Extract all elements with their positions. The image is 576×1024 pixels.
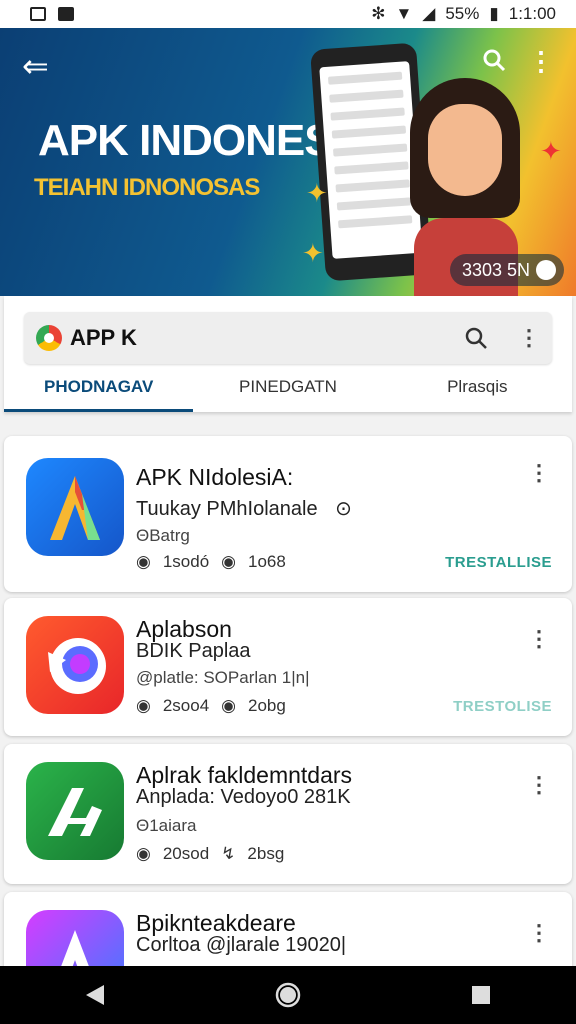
app-subtitle: BDIK Paplaa — [136, 640, 251, 662]
sparkle-icon: ✦ — [540, 136, 562, 166]
app-meta: Θ1aiara — [136, 816, 197, 835]
notification-icon — [30, 7, 46, 21]
search-icon[interactable] — [464, 326, 488, 350]
status-bar: ✻ ▼ ◢ 55% ▮ 1:1:00 — [0, 0, 576, 28]
banner-badge: 3303 5N — [449, 254, 564, 286]
more-icon[interactable]: ⋮ — [528, 462, 550, 484]
vibrate-icon: ✻ — [371, 4, 386, 23]
app-name: Aplrak fakldemntdars — [136, 762, 353, 788]
tab-2[interactable]: PINEDGATN — [193, 376, 382, 412]
app-stats: ◉ 1sodó ◉ 1o68 — [136, 552, 286, 572]
list-item[interactable]: APK NIdolesiA: Tuukay PMhIolanale ⊙ ΘBat… — [4, 436, 572, 592]
app-icon — [26, 616, 124, 714]
search-input[interactable]: APP K — [70, 325, 137, 351]
app-icon — [26, 762, 124, 860]
rating-icon: ↯ — [221, 844, 236, 863]
app-stats: ◉ 20sod ↯ 2bsg — [136, 844, 284, 864]
more-icon[interactable]: ⋮ — [528, 774, 550, 796]
banner-search-icon[interactable] — [482, 48, 506, 72]
app-category: TRESTOLISE — [453, 698, 552, 715]
app-meta: @platle: SOParlan 1|n| — [136, 668, 310, 687]
badge-dot-icon — [536, 260, 556, 280]
stat-downloads: 2soo4 — [162, 696, 210, 715]
app-subtitle: Anplada: Vedoyo0 281K — [136, 786, 351, 808]
app-icon — [26, 458, 124, 556]
download-icon: ◉ — [136, 696, 151, 715]
hero-banner: ⇐ APK INDONESIA TEIAHN IDNONOSAS ✦ ✦ ✦ ⋮… — [0, 28, 576, 296]
search-panel: APP K ⋮ PHODNAGAV PINEDGATN Plrasqis — [4, 296, 572, 412]
signal-icon: ◢ — [422, 4, 436, 23]
tab-3[interactable]: Plrasqis — [383, 376, 572, 412]
stat-rating: 1o68 — [248, 552, 286, 571]
more-options-icon[interactable]: ⋮ — [518, 325, 540, 351]
banner-subtitle: TEIAHN IDNONOSAS — [34, 174, 260, 201]
app-subtitle: Tuukay PMhIolanale ⊙ — [136, 496, 352, 521]
battery-icon: ▮ — [489, 4, 499, 23]
stat-rating: 2bsg — [247, 844, 285, 863]
battery-level: 55% — [445, 4, 480, 23]
back-arrow-icon[interactable]: ⇐ — [22, 50, 49, 82]
system-nav-bar — [0, 966, 576, 1024]
clock: 1:1:00 — [508, 4, 556, 23]
info-icon: ⊙ — [335, 498, 352, 520]
stat-rating: 2obg — [248, 696, 286, 715]
app-meta: ΘBatrg — [136, 526, 190, 545]
banner-more-icon[interactable]: ⋮ — [528, 48, 554, 74]
back-nav-icon[interactable] — [84, 983, 106, 1007]
sparkle-icon: ✦ — [306, 178, 328, 208]
app-category: TRESTALLISE — [445, 554, 552, 571]
app-name: Aplabson — [136, 616, 232, 642]
banner-badge-text: 3303 5N — [461, 260, 530, 280]
app-logo-icon — [36, 325, 62, 351]
stat-downloads: 1sodó — [162, 552, 210, 571]
search-bar[interactable]: APP K ⋮ — [24, 312, 552, 364]
list-item[interactable]: Aplrak fakldemntdars Anplada: Vedoyo0 28… — [4, 744, 572, 884]
sparkle-icon: ✦ — [302, 238, 324, 268]
stat-downloads: 20sod — [162, 844, 210, 863]
tab-1[interactable]: PHODNAGAV — [4, 376, 194, 412]
app-name: Bpiknteakdeare — [136, 910, 296, 936]
home-nav-icon[interactable] — [275, 982, 301, 1008]
download-icon: ◉ — [136, 552, 151, 571]
download-icon: ◉ — [136, 844, 151, 863]
list-item[interactable]: Aplabson BDIK Paplaa @platle: SOParlan 1… — [4, 598, 572, 736]
app-stats: ◉ 2soo4 ◉ 2obg — [136, 696, 286, 716]
more-icon[interactable]: ⋮ — [528, 628, 550, 650]
app-subtitle: Corltoa @jlarale 19020| — [136, 934, 347, 956]
wifi-icon: ▼ — [395, 4, 413, 23]
app-notification-icon — [58, 7, 74, 21]
rating-icon: ◉ — [221, 696, 237, 715]
more-icon[interactable]: ⋮ — [528, 922, 550, 944]
app-subtitle-text: Tuukay PMhIolanale — [136, 498, 318, 520]
recents-nav-icon[interactable] — [470, 984, 492, 1006]
app-name: APK NIdolesiA: — [136, 464, 294, 490]
tab-bar: PHODNAGAV PINEDGATN Plrasqis — [4, 376, 572, 412]
rating-icon: ◉ — [221, 552, 237, 571]
